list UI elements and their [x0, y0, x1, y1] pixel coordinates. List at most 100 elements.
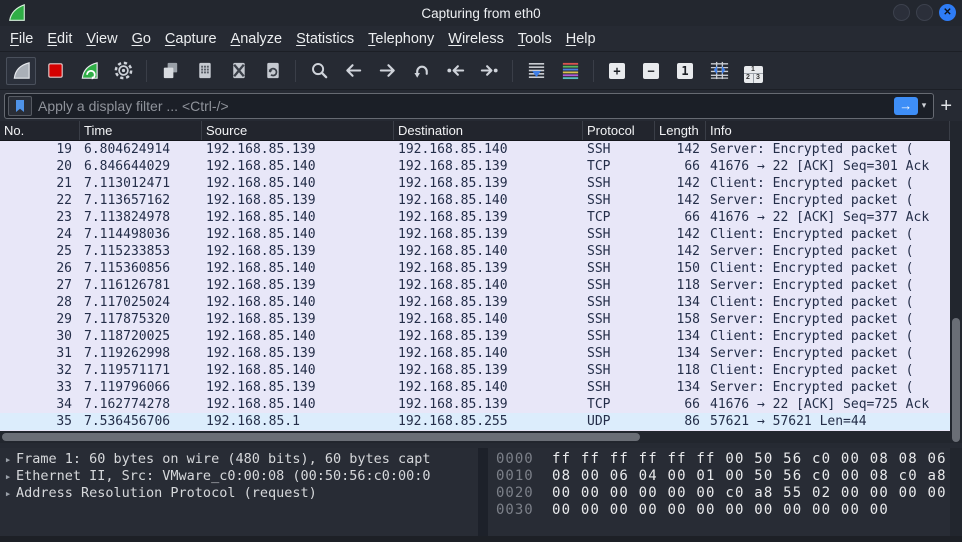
- packet-row[interactable]: 317.119262998192.168.85.139192.168.85.14…: [0, 345, 950, 362]
- menu-item-statistics[interactable]: Statistics: [289, 28, 361, 50]
- hex-row[interactable]: 002000 00 00 00 00 00 c0 a8 55 02 00 00 …: [488, 485, 950, 502]
- packet-cell-proto: SSH: [583, 328, 655, 345]
- save-file-icon: [194, 60, 215, 81]
- go-back-button[interactable]: [338, 57, 368, 85]
- packet-row[interactable]: 327.119571171192.168.85.140192.168.85.13…: [0, 362, 950, 379]
- go-last-button[interactable]: [474, 57, 504, 85]
- menu-item-go[interactable]: Go: [125, 28, 158, 50]
- packet-row[interactable]: 217.113012471192.168.85.140192.168.85.13…: [0, 175, 950, 192]
- filter-bar: → ▾ +: [0, 90, 962, 121]
- packet-row[interactable]: 206.846644029192.168.85.140192.168.85.13…: [0, 158, 950, 175]
- start-capture-button[interactable]: [6, 57, 36, 85]
- hex-row[interactable]: 0000ff ff ff ff ff ff 00 50 56 c0 00 08 …: [488, 451, 950, 468]
- column-header-info[interactable]: Info: [706, 121, 950, 140]
- filter-bookmark-button[interactable]: [8, 96, 32, 116]
- expander-icon[interactable]: ▸: [0, 451, 16, 468]
- packet-row[interactable]: 237.113824978192.168.85.140192.168.85.13…: [0, 209, 950, 226]
- resize-columns-button[interactable]: [704, 57, 734, 85]
- shark-fin-restart-icon: [79, 60, 100, 81]
- expander-icon[interactable]: ▸: [0, 485, 16, 502]
- menu-item-edit[interactable]: Edit: [40, 28, 79, 50]
- packet-cell-len: 118: [655, 362, 706, 379]
- find-packet-button[interactable]: [304, 57, 334, 85]
- zoom-100-button[interactable]: 1: [670, 57, 700, 85]
- packet-row[interactable]: 287.117025024192.168.85.140192.168.85.13…: [0, 294, 950, 311]
- column-header-time[interactable]: Time: [80, 121, 202, 140]
- packet-cell-src: 192.168.85.140: [202, 362, 394, 379]
- column-header-protocol[interactable]: Protocol: [583, 121, 655, 140]
- add-filter-button[interactable]: +: [934, 93, 958, 119]
- menu-item-file[interactable]: File: [3, 28, 40, 50]
- zoom-in-button[interactable]: +: [602, 57, 632, 85]
- close-file-button[interactable]: [223, 57, 253, 85]
- detail-text: Frame 1: 60 bytes on wire (480 bits), 60…: [16, 451, 431, 468]
- column-header-source[interactable]: Source: [202, 121, 394, 140]
- packet-row[interactable]: 267.115360856192.168.85.140192.168.85.13…: [0, 260, 950, 277]
- column-header-length[interactable]: Length: [655, 121, 706, 140]
- display-filter-input[interactable]: [32, 98, 894, 114]
- packet-row[interactable]: 337.119796066192.168.85.139192.168.85.14…: [0, 379, 950, 396]
- vertical-scrollbar-thumb[interactable]: [952, 318, 960, 442]
- auto-scroll-button[interactable]: [521, 57, 551, 85]
- packet-row[interactable]: 247.114498036192.168.85.140192.168.85.13…: [0, 226, 950, 243]
- packet-row[interactable]: 196.804624914192.168.85.139192.168.85.14…: [0, 141, 950, 158]
- open-file-icon: [160, 60, 181, 81]
- menu-item-wireless[interactable]: Wireless: [441, 28, 511, 50]
- hex-offset: 0000: [496, 451, 542, 468]
- hex-bytes: 00 00 00 00 00 00 c0 a8 55 02 00 00 00 0…: [552, 485, 950, 502]
- expander-icon[interactable]: ▸: [0, 468, 16, 485]
- minimize-button[interactable]: [893, 4, 910, 21]
- detail-tree-item[interactable]: ▸Ethernet II, Src: VMware_c0:00:08 (00:5…: [0, 468, 478, 485]
- open-file-button[interactable]: [155, 57, 185, 85]
- packet-row[interactable]: 307.118720025192.168.85.140192.168.85.13…: [0, 328, 950, 345]
- horizontal-scrollbar-thumb[interactable]: [2, 433, 640, 441]
- toolbar-separator: [512, 60, 513, 82]
- menu-item-tools[interactable]: Tools: [511, 28, 559, 50]
- packet-row[interactable]: 357.536456706192.168.85.1192.168.85.255U…: [0, 413, 950, 430]
- packet-cell-proto: SSH: [583, 362, 655, 379]
- go-first-button[interactable]: [440, 57, 470, 85]
- packet-cell-time: 7.114498036: [80, 226, 202, 243]
- menu-item-analyze[interactable]: Analyze: [224, 28, 290, 50]
- detail-tree-item[interactable]: ▸Frame 1: 60 bytes on wire (480 bits), 6…: [0, 451, 478, 468]
- stop-capture-button[interactable]: [40, 57, 70, 85]
- go-to-packet-button[interactable]: [406, 57, 436, 85]
- detail-tree-item[interactable]: ▸Address Resolution Protocol (request): [0, 485, 478, 502]
- packet-cell-dst: 192.168.85.139: [394, 226, 583, 243]
- column-header-destination[interactable]: Destination: [394, 121, 583, 140]
- reload-file-button[interactable]: [257, 57, 287, 85]
- arrow-right-icon: [377, 60, 398, 81]
- hex-scrollbar[interactable]: [950, 448, 962, 536]
- packet-cell-info: Client: Encrypted packet (: [706, 226, 950, 243]
- hex-row[interactable]: 003000 00 00 00 00 00 00 00 00 00 00 00: [488, 502, 950, 519]
- vertical-scrollbar[interactable]: [950, 121, 962, 443]
- menu-item-capture[interactable]: Capture: [158, 28, 224, 50]
- menu-item-telephony[interactable]: Telephony: [361, 28, 441, 50]
- pane-vertical-divider[interactable]: [478, 448, 488, 536]
- close-button[interactable]: ✕: [939, 4, 956, 21]
- menu-item-view[interactable]: View: [79, 28, 124, 50]
- layout-panes-button[interactable]: 123: [738, 57, 768, 85]
- packet-cell-num: 28: [0, 294, 80, 311]
- colorize-button[interactable]: [555, 57, 585, 85]
- packet-row[interactable]: 257.115233853192.168.85.139192.168.85.14…: [0, 243, 950, 260]
- apply-filter-button[interactable]: →: [894, 97, 918, 115]
- horizontal-scrollbar[interactable]: [0, 431, 950, 443]
- packet-cell-num: 19: [0, 141, 80, 158]
- packet-cell-num: 25: [0, 243, 80, 260]
- save-file-button[interactable]: [189, 57, 219, 85]
- filter-dropdown-icon[interactable]: ▾: [918, 100, 931, 111]
- packet-row[interactable]: 347.162774278192.168.85.140192.168.85.13…: [0, 396, 950, 413]
- capture-options-button[interactable]: [108, 57, 138, 85]
- packet-row[interactable]: 227.113657162192.168.85.139192.168.85.14…: [0, 192, 950, 209]
- packet-cell-src: 192.168.85.140: [202, 158, 394, 175]
- go-forward-button[interactable]: [372, 57, 402, 85]
- packet-row[interactable]: 277.116126781192.168.85.139192.168.85.14…: [0, 277, 950, 294]
- zoom-out-button[interactable]: −: [636, 57, 666, 85]
- column-header-no[interactable]: No.: [0, 121, 80, 140]
- packet-row[interactable]: 297.117875320192.168.85.139192.168.85.14…: [0, 311, 950, 328]
- maximize-button[interactable]: [916, 4, 933, 21]
- hex-row[interactable]: 001008 00 06 04 00 01 00 50 56 c0 00 08 …: [488, 468, 950, 485]
- restart-capture-button[interactable]: [74, 57, 104, 85]
- menu-item-help[interactable]: Help: [559, 28, 603, 50]
